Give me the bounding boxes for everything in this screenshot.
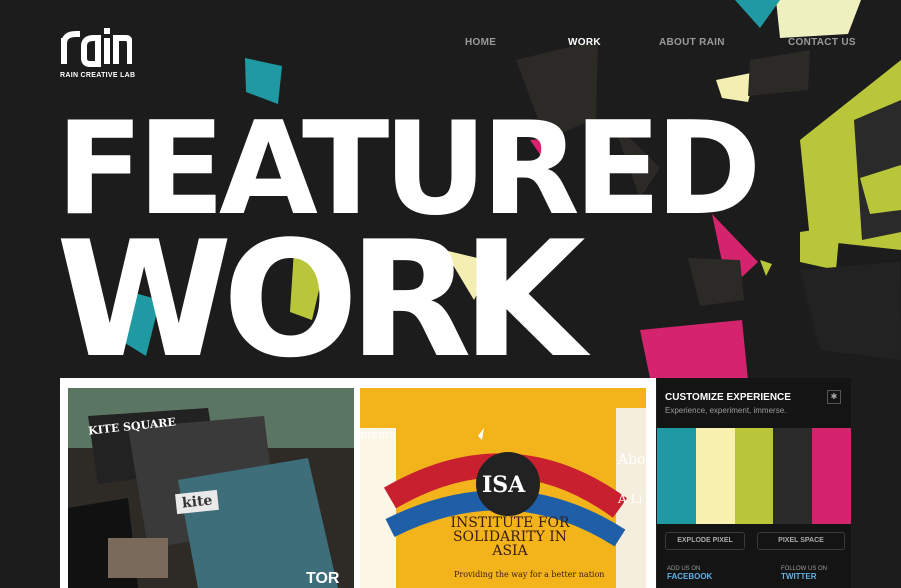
facebook-link[interactable]: ADD US ON FACEBOOK bbox=[667, 566, 712, 581]
customize-subtitle: Experience, experiment, immerse. bbox=[665, 406, 787, 415]
project-card-kite[interactable]: KITE SQUARE kite TOR bbox=[68, 388, 354, 588]
kite-square-artwork bbox=[68, 388, 354, 588]
logo-tagline: RAIN CREATIVE LAB bbox=[60, 72, 136, 79]
project-card-isa[interactable]: ntents ISA INSTITUTE FOR SOLIDARITY IN A… bbox=[360, 388, 646, 588]
swatch-teal[interactable] bbox=[657, 428, 696, 524]
nav-work[interactable]: WORK bbox=[568, 37, 601, 48]
isa-acronym: ISA bbox=[482, 472, 526, 498]
twitter-link[interactable]: FOLLOW US ON TWITTER bbox=[781, 566, 827, 581]
headline-work: WORK bbox=[56, 206, 586, 393]
kite-bottom-text: TOR bbox=[306, 570, 340, 587]
isa-side-right-2: A Li bbox=[618, 492, 643, 506]
nav-contact[interactable]: CONTACT US bbox=[788, 37, 856, 48]
swatch-cream[interactable] bbox=[695, 428, 735, 524]
isa-side-right: Abo bbox=[618, 452, 646, 468]
isa-side-text: ntents bbox=[360, 428, 396, 441]
explode-pixel-button[interactable]: EXPLODE PIXEL bbox=[665, 532, 745, 550]
swatch-lime[interactable] bbox=[734, 428, 774, 524]
swatch-dark[interactable] bbox=[773, 428, 813, 524]
nav-home[interactable]: HOME bbox=[465, 37, 496, 48]
pin-icon[interactable]: ✱ bbox=[827, 390, 841, 404]
swatch-magenta[interactable] bbox=[812, 428, 851, 524]
rain-logo[interactable]: RAIN CREATIVE LAB bbox=[60, 24, 140, 84]
nav-about[interactable]: ABOUT RAIN bbox=[659, 37, 725, 48]
rain-logo-mark bbox=[61, 28, 133, 67]
isa-tagline: Providing the way for a better nation bbox=[454, 570, 605, 579]
color-swatches bbox=[657, 428, 851, 524]
customize-title: CUSTOMIZE EXPERIENCE bbox=[665, 392, 791, 403]
isa-subtitle: INSTITUTE FOR SOLIDARITY IN ASIA bbox=[450, 515, 570, 559]
customize-panel: CUSTOMIZE EXPERIENCE Experience, experim… bbox=[657, 378, 851, 588]
pixel-space-button[interactable]: PIXEL SPACE bbox=[757, 532, 845, 550]
